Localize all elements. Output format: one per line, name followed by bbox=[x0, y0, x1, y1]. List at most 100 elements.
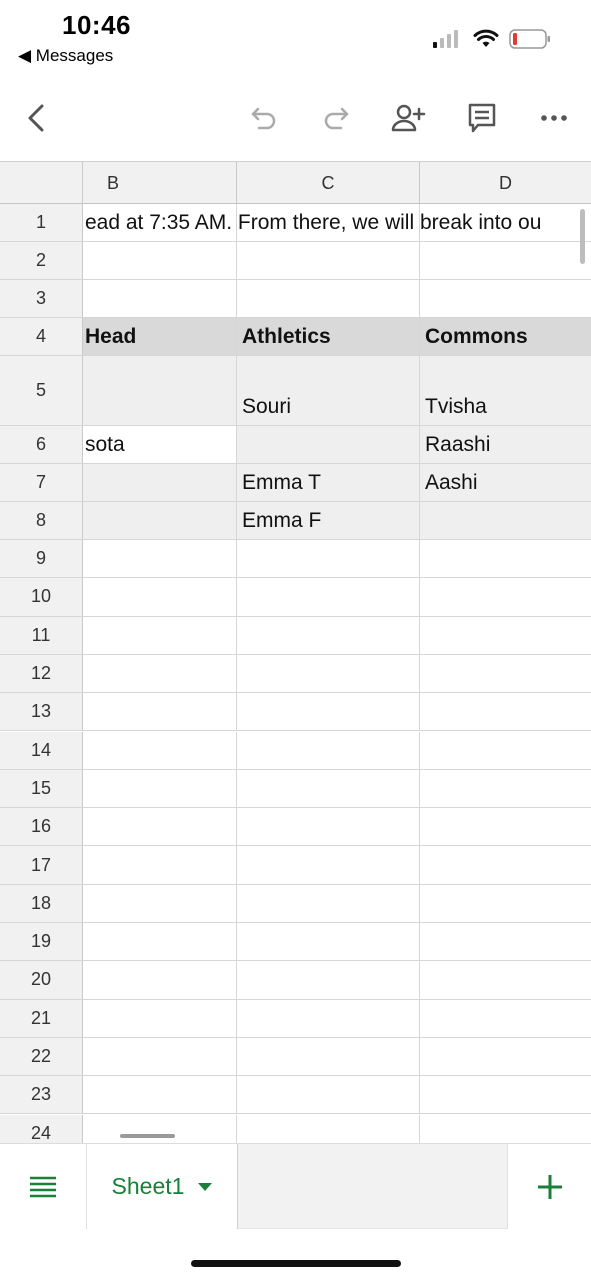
cell-d20[interactable] bbox=[420, 961, 591, 998]
row-header[interactable]: 2 bbox=[0, 242, 83, 279]
cell-c9[interactable] bbox=[237, 540, 420, 578]
cell-d12[interactable] bbox=[420, 655, 591, 692]
cell-b2[interactable] bbox=[83, 242, 237, 279]
row-header[interactable]: 13 bbox=[0, 693, 83, 731]
row-header[interactable]: 9 bbox=[0, 540, 83, 578]
cell-c11[interactable] bbox=[237, 616, 420, 654]
cell-d17[interactable] bbox=[420, 846, 591, 883]
row-header[interactable]: 14 bbox=[0, 731, 83, 769]
share-add-person-button[interactable] bbox=[388, 98, 428, 138]
cell-b13[interactable] bbox=[83, 693, 237, 731]
add-sheet-button[interactable] bbox=[507, 1144, 591, 1229]
vertical-scrollbar[interactable] bbox=[580, 209, 585, 264]
cell-d9[interactable] bbox=[420, 540, 591, 577]
row-header[interactable]: 1 bbox=[0, 204, 83, 241]
cell-b8[interactable] bbox=[83, 502, 237, 539]
row-header[interactable]: 7 bbox=[0, 464, 83, 501]
cell-b9[interactable] bbox=[83, 540, 237, 578]
cell-b7[interactable] bbox=[83, 464, 237, 501]
cell-d18[interactable] bbox=[420, 885, 591, 922]
row-header[interactable]: 3 bbox=[0, 280, 83, 317]
row-header[interactable]: 8 bbox=[0, 502, 83, 539]
spreadsheet-grid[interactable]: B C D 1 ead at 7:35 AM. From there, we wi… bbox=[0, 161, 591, 1143]
row-header[interactable]: 10 bbox=[0, 578, 83, 616]
column-header-c[interactable]: C bbox=[237, 162, 420, 204]
row-header[interactable]: 16 bbox=[0, 808, 83, 846]
row-header[interactable]: 24 bbox=[0, 1114, 83, 1143]
more-options-button[interactable] bbox=[534, 98, 574, 138]
cell-b16[interactable] bbox=[83, 808, 237, 846]
cell-b10[interactable] bbox=[83, 578, 237, 616]
column-header-d[interactable]: D bbox=[420, 162, 591, 204]
cell-c16[interactable] bbox=[237, 808, 420, 846]
cell-c14[interactable] bbox=[237, 731, 420, 769]
cell-c21[interactable] bbox=[237, 999, 420, 1037]
cell-d13[interactable] bbox=[420, 693, 591, 730]
row-header[interactable]: 22 bbox=[0, 1037, 83, 1076]
cell-c3[interactable] bbox=[237, 280, 420, 317]
cell-b21[interactable] bbox=[83, 999, 237, 1037]
row-header[interactable]: 20 bbox=[0, 961, 83, 999]
cell-d11[interactable] bbox=[420, 617, 591, 654]
cell-d3[interactable] bbox=[420, 280, 591, 317]
all-sheets-menu-button[interactable] bbox=[0, 1144, 86, 1229]
cell-d14[interactable] bbox=[420, 732, 591, 769]
cell-c5[interactable]: Souri bbox=[237, 356, 420, 425]
cell-c10[interactable] bbox=[237, 578, 420, 616]
cell-b19[interactable] bbox=[83, 923, 237, 961]
cell-d23[interactable] bbox=[420, 1076, 591, 1113]
column-header-b[interactable]: B bbox=[83, 162, 237, 204]
back-to-messages-link[interactable]: ◀ Messages bbox=[18, 46, 113, 66]
cell-d24[interactable] bbox=[420, 1115, 591, 1144]
row-header[interactable]: 21 bbox=[0, 999, 83, 1037]
undo-button[interactable] bbox=[244, 98, 284, 138]
cell-b12[interactable] bbox=[83, 654, 237, 693]
cell-b5[interactable] bbox=[83, 356, 237, 425]
back-button[interactable] bbox=[16, 98, 56, 138]
cell-c6[interactable] bbox=[237, 426, 420, 463]
sheet-tab-sheet1[interactable]: Sheet1 bbox=[86, 1144, 238, 1229]
cell-b14[interactable] bbox=[83, 731, 237, 769]
redo-button[interactable] bbox=[316, 98, 356, 138]
cell-d16[interactable] bbox=[420, 808, 591, 845]
cell-d5[interactable]: Tvisha bbox=[420, 356, 591, 425]
cell-d15[interactable] bbox=[420, 770, 591, 807]
cell-d10[interactable] bbox=[420, 578, 591, 615]
cell-d22[interactable] bbox=[420, 1038, 591, 1075]
row-header[interactable]: 17 bbox=[0, 846, 83, 884]
cell-d21[interactable] bbox=[420, 1000, 591, 1037]
horizontal-scrollbar[interactable] bbox=[120, 1134, 175, 1138]
row-header[interactable]: 5 bbox=[0, 356, 83, 425]
cell-b23[interactable] bbox=[83, 1076, 237, 1114]
cell-b22[interactable] bbox=[83, 1037, 237, 1076]
row-header[interactable]: 18 bbox=[0, 884, 83, 922]
row-header[interactable]: 15 bbox=[0, 769, 83, 808]
cell-c7[interactable]: Emma T bbox=[237, 464, 420, 501]
cell-c19[interactable] bbox=[237, 923, 420, 961]
cell-b18[interactable] bbox=[83, 884, 237, 922]
row-header[interactable]: 12 bbox=[0, 654, 83, 693]
cell-c15[interactable] bbox=[237, 769, 420, 808]
cell-b11[interactable] bbox=[83, 616, 237, 654]
cell-c22[interactable] bbox=[237, 1037, 420, 1076]
row-header[interactable]: 19 bbox=[0, 923, 83, 961]
cell-c20[interactable] bbox=[237, 961, 420, 999]
cell-d7[interactable]: Aashi bbox=[420, 464, 591, 501]
cell-c17[interactable] bbox=[237, 846, 420, 884]
cell-c4[interactable]: Athletics bbox=[237, 318, 420, 355]
cell-c2[interactable] bbox=[237, 242, 420, 279]
cell-b24[interactable] bbox=[83, 1114, 237, 1143]
row-header[interactable]: 11 bbox=[0, 616, 83, 654]
cell-d19[interactable] bbox=[420, 923, 591, 960]
cell-b6[interactable]: sota bbox=[83, 426, 237, 463]
cell-c12[interactable] bbox=[237, 654, 420, 693]
cell-b4[interactable]: Head bbox=[83, 318, 237, 355]
cell-c24[interactable] bbox=[237, 1114, 420, 1143]
comment-button[interactable] bbox=[462, 98, 502, 138]
cell-d8[interactable] bbox=[420, 502, 591, 539]
cell-c8[interactable]: Emma F bbox=[237, 502, 420, 539]
cell-c18[interactable] bbox=[237, 884, 420, 922]
row-header[interactable]: 23 bbox=[0, 1076, 83, 1114]
select-all-corner[interactable] bbox=[0, 162, 83, 204]
cell-c13[interactable] bbox=[237, 693, 420, 731]
